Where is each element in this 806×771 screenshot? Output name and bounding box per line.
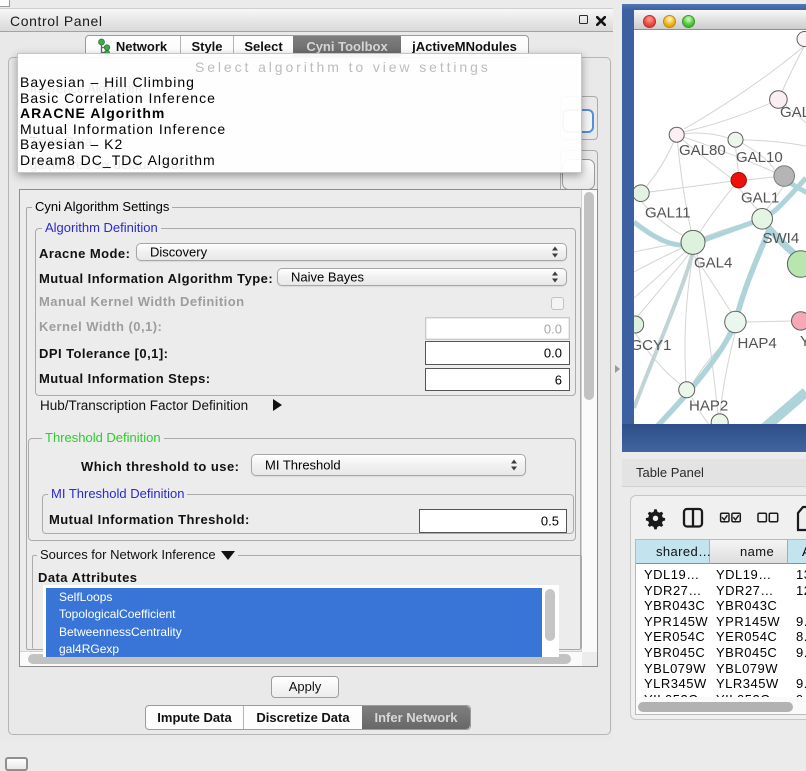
svg-text:GAL10: GAL10 [736,149,783,166]
svg-text:GAL11: GAL11 [645,205,691,222]
svg-text:SWI4: SWI4 [763,230,800,247]
svg-text:GCY1: GCY1 [634,337,671,354]
svg-text:GAL1: GAL1 [741,190,779,207]
svg-text:GAL4: GAL4 [694,255,732,272]
svg-text:HAP4: HAP4 [738,335,777,352]
svg-text:GAL: GAL [780,104,806,121]
svg-text:HAP2: HAP2 [689,398,728,415]
svg-text:GAL80: GAL80 [679,142,726,159]
svg-text:Y: Y [800,333,806,350]
